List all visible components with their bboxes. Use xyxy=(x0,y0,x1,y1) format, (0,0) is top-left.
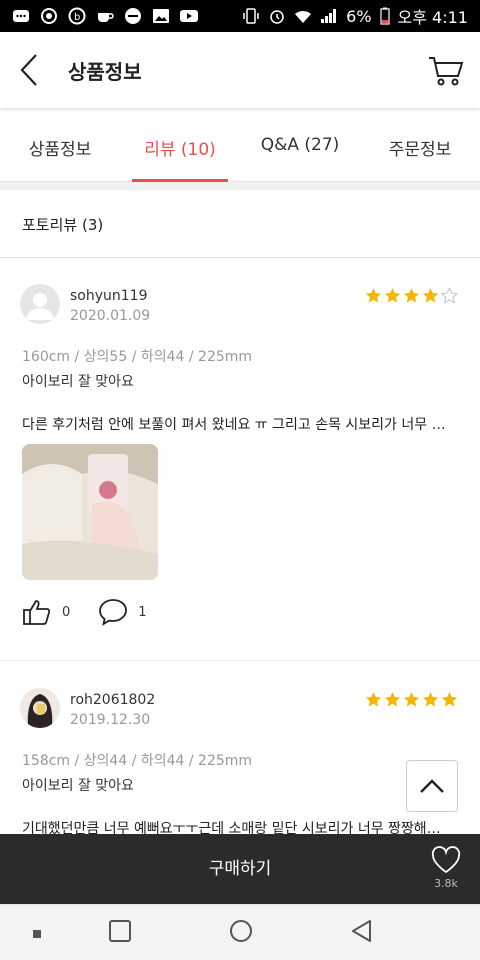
star-filled-icon xyxy=(365,692,382,707)
app-bar: 상품정보 xyxy=(0,32,480,108)
page-title: 상품정보 xyxy=(68,60,142,84)
review-username: roh2061802 xyxy=(70,692,156,708)
notification-icons: b xyxy=(12,7,198,25)
section-divider xyxy=(0,182,480,190)
like-count: 0 xyxy=(62,604,71,620)
tab-bar: 상품정보 리뷰 (10) Q&A (27) 주문정보 xyxy=(0,108,480,182)
signal-icon xyxy=(321,9,337,23)
rating-stars xyxy=(365,287,458,304)
minus-circle-icon xyxy=(125,8,141,24)
user-photo-image xyxy=(20,688,60,728)
status-bar: b 6% 오후 4:11 xyxy=(0,0,480,32)
review-option: 아이보리 잘 맞아요 xyxy=(22,778,134,794)
star-filled-icon xyxy=(403,288,420,303)
divider xyxy=(0,660,480,661)
heart-icon xyxy=(431,846,461,874)
divider xyxy=(0,257,480,258)
star-filled-icon xyxy=(403,692,420,707)
review-content[interactable]: 다른 후기처럼 안에 보풀이 펴서 왔네요 ㅠ 그리고 손목 시보리가 너무 짱… xyxy=(22,414,452,434)
thumbs-up-icon xyxy=(23,600,51,625)
photo-review-title: 포토리뷰 (3) xyxy=(22,216,104,234)
star-filled-icon xyxy=(422,692,439,707)
cart-icon[interactable] xyxy=(428,52,464,88)
wishlist-count: 3.8k xyxy=(434,877,458,890)
tab-qna[interactable]: Q&A (27) xyxy=(240,108,360,181)
star-filled-icon xyxy=(365,288,382,303)
user-placeholder-icon xyxy=(26,293,54,320)
chevron-left-icon[interactable] xyxy=(16,52,44,88)
star-filled-icon xyxy=(384,288,401,303)
buy-bar: 구매하기 3.8k xyxy=(0,834,480,904)
youtube-icon xyxy=(180,10,198,22)
system-icons: 6% 오후 4:11 xyxy=(242,4,468,28)
review-username: sohyun119 xyxy=(70,288,148,304)
rating-stars xyxy=(365,691,458,708)
buy-button[interactable]: 구매하기 xyxy=(0,834,480,904)
review-content[interactable]: 기대했던만큼 너무 예뻐요ㅜㅜ근데 소매랑 밑단 시보리가 너무 짱짱해서 불편… xyxy=(22,818,452,834)
tab-reviews[interactable]: 리뷰 (10) xyxy=(120,108,240,182)
home-icon[interactable] xyxy=(229,919,253,943)
scroll-top-button[interactable] xyxy=(406,760,458,812)
review-actions: 0 1 xyxy=(22,598,175,626)
recent-apps-icon[interactable] xyxy=(108,919,132,943)
comment-count: 1 xyxy=(138,604,147,620)
chevron-up-icon xyxy=(420,779,444,793)
star-filled-icon xyxy=(441,692,458,707)
review-date: 2019.12.30 xyxy=(70,712,151,728)
star-empty-icon xyxy=(441,287,458,304)
wifi-icon xyxy=(295,10,312,23)
vibrate-icon xyxy=(243,8,259,24)
coffee-icon xyxy=(98,13,114,22)
back-triangle-icon[interactable] xyxy=(350,919,374,943)
review-option: 아이보리 잘 맞아요 xyxy=(22,374,134,390)
avatar xyxy=(20,284,60,324)
app-b-icon: b xyxy=(68,7,86,25)
svg-text:b: b xyxy=(74,12,80,23)
dot-icon[interactable] xyxy=(32,929,42,939)
message-icon xyxy=(13,10,29,22)
review-date: 2020.01.09 xyxy=(70,308,151,324)
tab-product-info[interactable]: 상품정보 xyxy=(0,108,120,181)
review-body-info: 160cm / 상의55 / 하의44 / 225mm xyxy=(22,349,253,365)
image-icon xyxy=(153,9,169,23)
wishlist-button[interactable]: 3.8k xyxy=(430,846,462,890)
battery-percent: 6% xyxy=(346,6,372,26)
tab-order-info[interactable]: 주문정보 xyxy=(360,108,480,181)
review-photo-image xyxy=(22,444,158,580)
avatar xyxy=(20,688,60,728)
like-button[interactable]: 0 xyxy=(22,598,70,626)
settings-icon xyxy=(41,8,57,24)
clock: 오후 4:11 xyxy=(397,8,468,27)
star-filled-icon xyxy=(422,288,439,303)
comment-button[interactable]: 1 xyxy=(98,598,147,626)
alarm-icon xyxy=(270,10,284,24)
system-nav-bar xyxy=(0,904,480,960)
review-photo[interactable] xyxy=(22,444,158,580)
comment-icon xyxy=(99,599,128,626)
star-filled-icon xyxy=(384,692,401,707)
battery-icon xyxy=(379,7,390,25)
review-body-info: 158cm / 상의44 / 하의44 / 225mm xyxy=(22,753,253,769)
